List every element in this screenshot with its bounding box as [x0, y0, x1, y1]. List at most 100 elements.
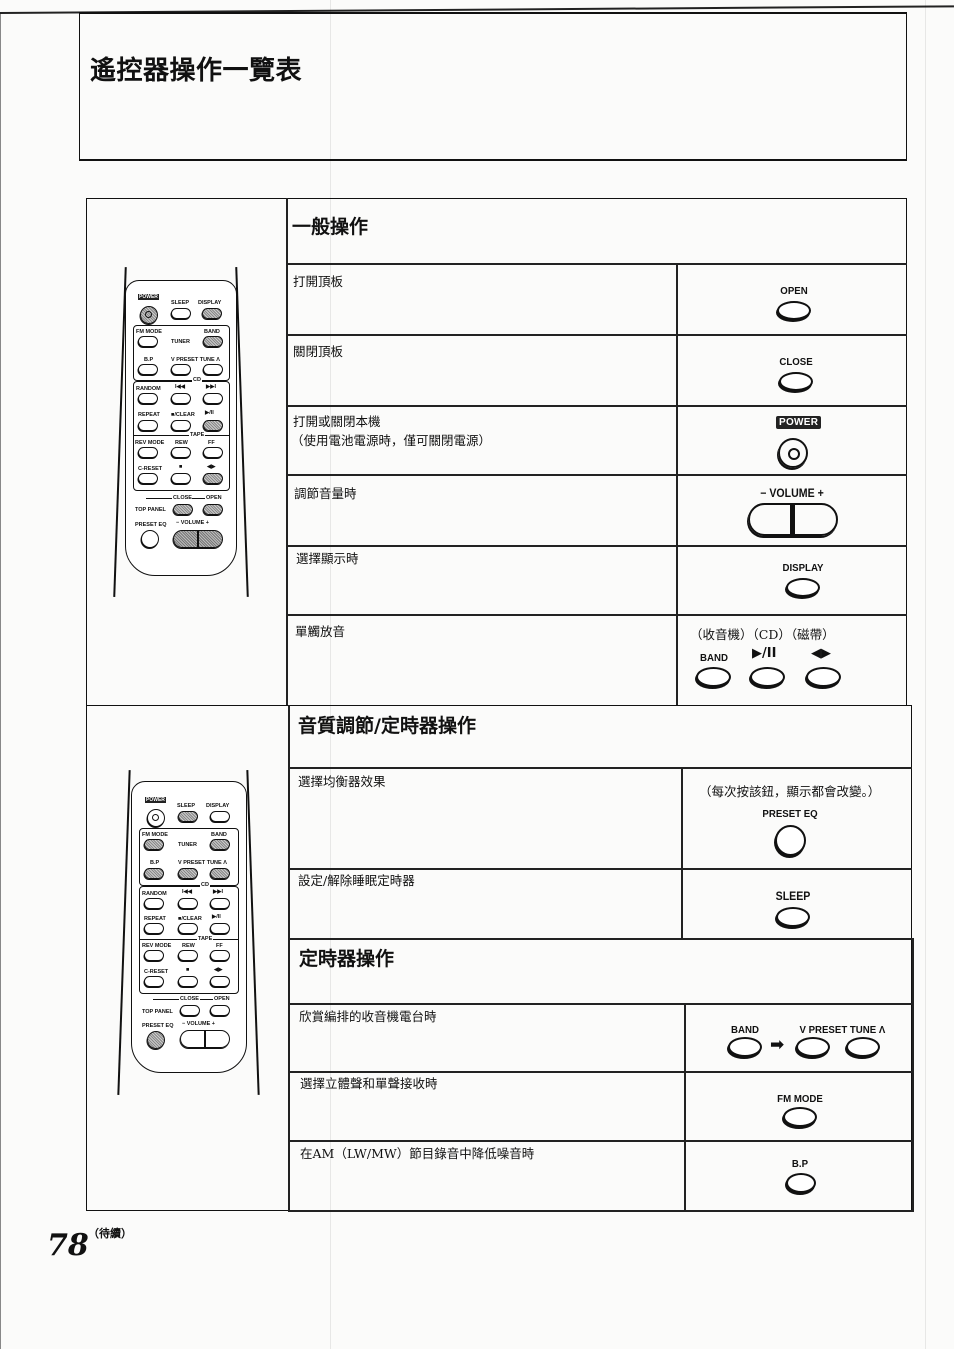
remote-fm-mode-label: FM MODE [136, 329, 162, 335]
remote-open-label: OPEN [206, 495, 222, 501]
remote-ff-button [210, 950, 230, 961]
remote-bracket [146, 498, 172, 500]
remote-preset-tune-label: V PRESET TUNE Λ [171, 357, 220, 363]
close-button-label: CLOSE [779, 356, 813, 368]
fm-mode-button[interactable] [783, 1107, 817, 1127]
remote-rew-button [178, 950, 198, 961]
remote-next-button [203, 393, 223, 404]
remote-rev-mode-button [138, 447, 158, 458]
row-open-top-panel-text: 打開頂板 [293, 274, 344, 289]
remote-open-button [210, 1005, 230, 1016]
remote-power-label: POWER [138, 294, 159, 300]
preset-tune-down-button[interactable] [796, 1037, 830, 1057]
preset-eq-button[interactable] [775, 825, 806, 856]
remote-fm-mode-label: FM MODE [142, 832, 168, 838]
band-button-label-2: BAND [731, 1024, 759, 1036]
preset-tune-up-button[interactable] [846, 1037, 880, 1057]
remote-random-button [138, 393, 158, 404]
page-number: 78 [47, 1228, 89, 1263]
open-button-label: OPEN [780, 285, 808, 297]
tape-play-label: ◀▶ [811, 646, 831, 661]
remote-c-reset-button [144, 976, 164, 987]
remote-next-button [210, 898, 230, 909]
remote-volume-label: − VOLUME + [176, 520, 210, 526]
remote-rev-mode-button [144, 950, 164, 961]
remote-preset-up-button [203, 364, 223, 375]
remote-preset-eq-label: PRESET EQ [135, 522, 167, 528]
preset-tune-button-label: V PRESET TUNE Λ [799, 1024, 886, 1036]
close-button[interactable] [779, 372, 813, 391]
remote-display-button [202, 308, 222, 319]
remote-rew-button [171, 447, 191, 458]
sleep-button[interactable] [776, 907, 810, 927]
remote-bp-button [138, 364, 158, 375]
section-heading-general: 一般操作 [292, 216, 369, 238]
remote-illustration-general: POWER SLEEP DISPLAY FM MODE BAND TUNER B… [113, 262, 249, 597]
remote-tape-play-label: ◀▶ [207, 464, 216, 470]
tape-play-button[interactable] [806, 667, 841, 687]
remote-rev-mode-label: REV MODE [135, 440, 165, 446]
remote-preset-eq-label: PRESET EQ [142, 1023, 174, 1029]
remote-c-reset-label: C-RESET [138, 466, 163, 472]
section-heading-timer: 定時器操作 [299, 948, 395, 970]
remote-tape-label: TAPE [197, 936, 214, 942]
remote-edge [117, 770, 131, 1095]
remote-random-button [144, 898, 164, 909]
open-button[interactable] [777, 301, 811, 320]
remote-sleep-button [171, 308, 191, 319]
remote-volume-label: − VOLUME + [182, 1021, 216, 1027]
remote-power-button [140, 306, 158, 324]
remote-ff-label: FF [208, 440, 215, 446]
remote-bp-button [144, 868, 164, 879]
remote-preset-tune-label: V PRESET TUNE Λ [178, 860, 227, 866]
divider [286, 263, 907, 265]
cd-play-pause-button[interactable] [750, 667, 785, 687]
divider [288, 938, 914, 940]
remote-c-reset-button [138, 473, 158, 484]
row-sleep-text: 設定/解除睡眠定時器 [298, 873, 415, 888]
divider [684, 1003, 686, 1211]
remote-bracket [192, 498, 205, 500]
remote-sleep-label: SLEEP [171, 300, 190, 306]
remote-stop-clear-label: ■/CLEAR [171, 412, 195, 418]
remote-next-label: ▶▶I [213, 889, 223, 895]
display-button[interactable] [786, 578, 820, 597]
sleep-button-label: SLEEP [775, 891, 811, 903]
row-display-text: 選擇顯示時 [296, 551, 359, 566]
display-button-label: DISPLAY [782, 562, 824, 574]
remote-tape-play-button [210, 976, 230, 987]
divider [288, 868, 912, 870]
volume-rocker-button[interactable] [748, 503, 838, 537]
play-pause-label: ▶/II [752, 646, 777, 661]
remote-random-label: RANDOM [142, 891, 167, 897]
remote-edge [246, 770, 260, 1095]
remote-bp-label: B.P [150, 860, 160, 866]
power-button-label: POWER [776, 416, 822, 429]
remote-volume-button [173, 530, 223, 548]
divider [286, 545, 907, 547]
remote-rew-label: REW [182, 943, 195, 949]
remote-next-label: ▶▶I [206, 384, 216, 390]
divider [288, 1140, 914, 1142]
divider [681, 767, 683, 938]
row-preset-station-text: 欣賞編排的收音機電台時 [299, 1009, 437, 1024]
remote-close-button [173, 504, 193, 515]
remote-repeat-button [138, 420, 158, 431]
remote-play-pause-label: ▶/II [205, 410, 214, 416]
divider [288, 705, 290, 1211]
divider [288, 767, 912, 769]
row-volume-text: 調節音量時 [294, 486, 357, 501]
power-button[interactable] [778, 438, 808, 468]
row-close-top-panel-text: 關閉頂板 [293, 344, 344, 359]
remote-repeat-label: REPEAT [144, 916, 166, 922]
row-power-text: 打開或關閉本機 [293, 414, 381, 429]
remote-preset-down-button [171, 364, 191, 375]
band-button[interactable] [696, 667, 731, 687]
remote-stop-button [178, 976, 198, 987]
one-touch-play-note: （收音機）（CD）（磁帶） [690, 627, 835, 642]
band-button-2[interactable] [728, 1037, 762, 1057]
bp-button[interactable] [786, 1173, 816, 1193]
remote-fm-mode-button [144, 839, 164, 850]
continued-label: （待續） [88, 1227, 132, 1240]
remote-rew-label: REW [175, 440, 188, 446]
